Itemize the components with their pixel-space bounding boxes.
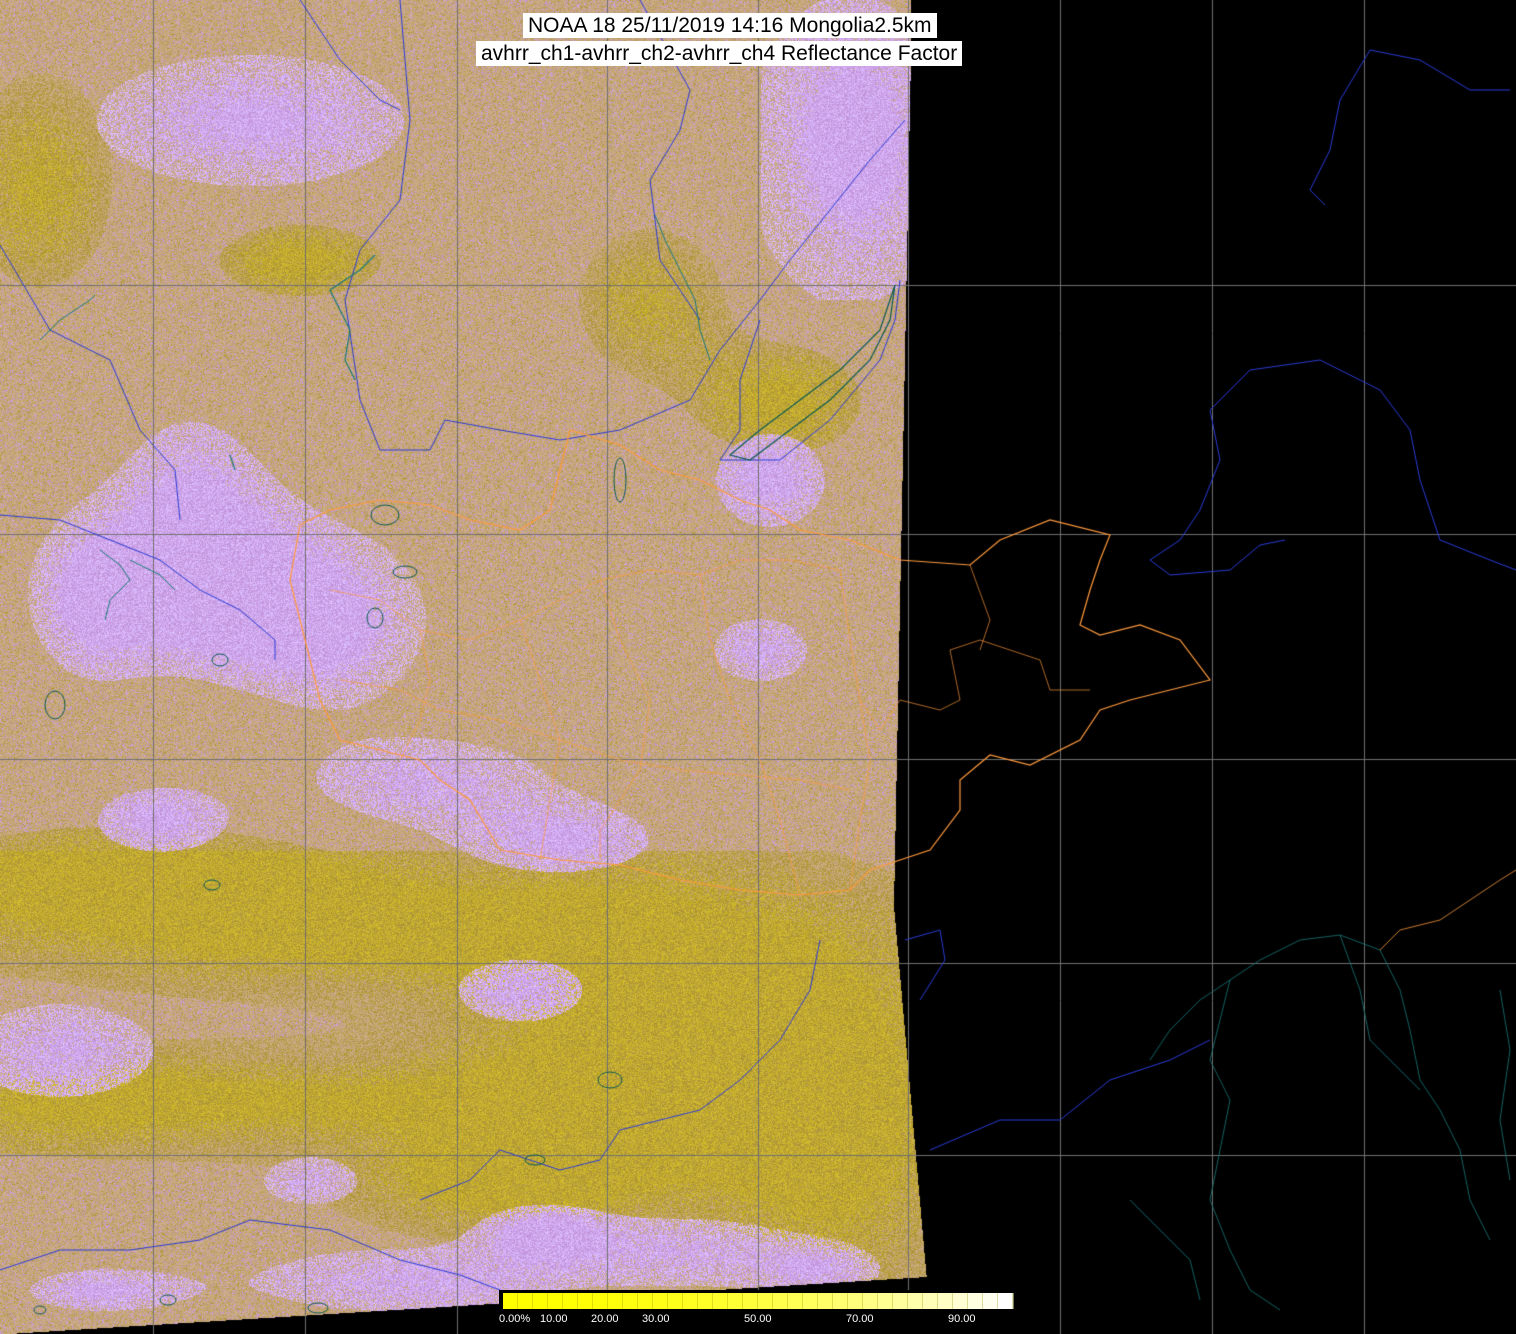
legend-color-step <box>698 1293 714 1309</box>
legend-color-step <box>623 1293 639 1309</box>
legend-color-step <box>788 1293 804 1309</box>
legend-color-step <box>938 1293 954 1309</box>
legend-color-step <box>518 1293 534 1309</box>
legend-color-step <box>563 1293 579 1309</box>
legend-color-step <box>653 1293 669 1309</box>
legend-color-step <box>743 1293 759 1309</box>
legend-color-step <box>923 1293 939 1309</box>
legend-color-step <box>803 1293 819 1309</box>
satellite-image-map <box>0 0 1516 1334</box>
legend-color-step <box>578 1293 594 1309</box>
legend-color-step <box>593 1293 609 1309</box>
map-title-line-2: avhrr_ch1-avhrr_ch2-avhrr_ch4 Reflectanc… <box>476 41 963 66</box>
legend-tick-label: 90.00 <box>948 1313 976 1325</box>
color-scale-legend <box>499 1290 1015 1334</box>
legend-color-step <box>683 1293 699 1309</box>
legend-tick-label: 30.00 <box>642 1313 670 1325</box>
legend-color-step <box>503 1293 519 1309</box>
legend-color-step <box>758 1293 774 1309</box>
legend-tick-label: 50.00 <box>744 1313 772 1325</box>
legend-color-step <box>548 1293 564 1309</box>
legend-color-step <box>533 1293 549 1309</box>
legend-color-step <box>833 1293 849 1309</box>
legend-color-step <box>983 1293 999 1309</box>
legend-tick-label: 20.00 <box>591 1313 619 1325</box>
legend-color-step <box>848 1293 864 1309</box>
legend-color-step <box>818 1293 834 1309</box>
map-title-line-1: NOAA 18 25/11/2019 14:16 Mongolia2.5km <box>523 13 937 38</box>
legend-color-step <box>713 1293 729 1309</box>
legend-color-step <box>953 1293 969 1309</box>
legend-tick-label: 70.00 <box>846 1313 874 1325</box>
legend-color-step <box>863 1293 879 1309</box>
legend-color-step <box>893 1293 909 1309</box>
legend-color-step <box>878 1293 894 1309</box>
legend-color-bar <box>503 1293 1014 1309</box>
legend-color-step <box>668 1293 684 1309</box>
legend-color-step <box>638 1293 654 1309</box>
legend-color-step <box>968 1293 984 1309</box>
legend-tick-label: 0.00% <box>499 1313 531 1325</box>
legend-color-step <box>608 1293 624 1309</box>
legend-color-step <box>773 1293 789 1309</box>
legend-color-step <box>728 1293 744 1309</box>
legend-color-step <box>998 1293 1014 1309</box>
legend-tick-label: 10.00 <box>540 1313 568 1325</box>
legend-color-step <box>908 1293 924 1309</box>
